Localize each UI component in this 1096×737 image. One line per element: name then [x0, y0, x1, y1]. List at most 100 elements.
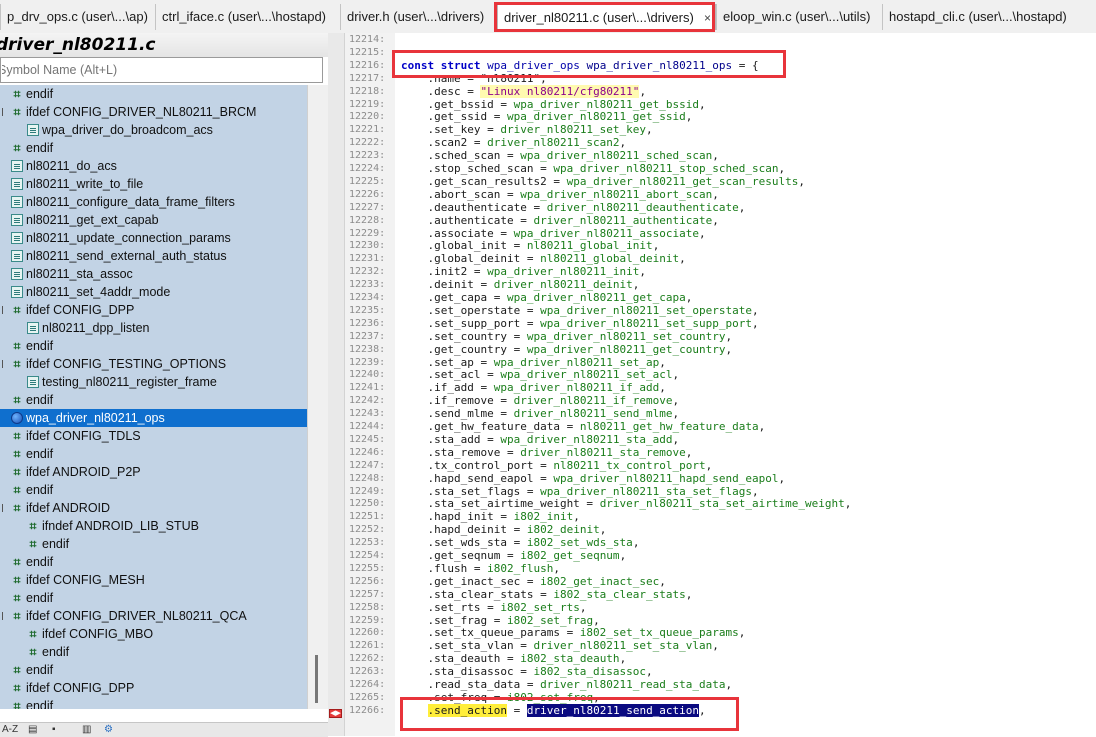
symbol-tree-item[interactable]: nl80211_sta_assoc [0, 265, 307, 283]
code-line[interactable]: .authenticate = driver_nl80211_authentic… [401, 214, 718, 227]
code-line[interactable]: .global_init = nl80211_global_init, [401, 239, 659, 252]
symbol-tree-item[interactable]: wpa_driver_nl80211_ops [0, 409, 307, 427]
code-line[interactable]: .get_scan_results2 = wpa_driver_nl80211_… [401, 175, 805, 188]
code-line[interactable]: .sta_deauth = i802_sta_deauth, [401, 652, 626, 665]
code-line[interactable]: .send_mlme = driver_nl80211_send_mlme, [401, 407, 679, 420]
code-line[interactable]: .name = "nl80211", [401, 72, 546, 85]
symbol-tree-item[interactable]: ⌗ ifdef CONFIG_DPP [0, 301, 307, 319]
code-line[interactable]: .set_operstate = wpa_driver_nl80211_set_… [401, 304, 758, 317]
symbol-tree-scroll-thumb[interactable] [315, 655, 318, 703]
code-line[interactable]: .send_action = driver_nl80211_send_actio… [401, 704, 706, 717]
tab-close-icon[interactable]: × [704, 5, 711, 30]
code-editor[interactable]: ◀▶ 12214: 12215: 12216: 12217: 12218: 12219: 1… [328, 33, 1096, 736]
code-line[interactable]: .set_rts = i802_set_rts, [401, 601, 586, 614]
symbol-tree-item[interactable]: ⌗ ifdef ANDROID [0, 499, 307, 517]
symbol-tree-item-label: ifdef CONFIG_DRIVER_NL80211_BRCM [26, 105, 257, 119]
settings-icon[interactable]: ⚙ [104, 723, 113, 737]
code-line[interactable]: .sta_clear_stats = i802_sta_clear_stats, [401, 588, 692, 601]
code-line[interactable]: .sta_add = wpa_driver_nl80211_sta_add, [401, 433, 679, 446]
code-line[interactable]: .get_seqnum = i802_get_seqnum, [401, 549, 626, 562]
symbol-tree-item[interactable]: nl80211_configure_data_frame_filters [0, 193, 307, 211]
code-line[interactable]: .scan2 = driver_nl80211_scan2, [401, 136, 626, 149]
symbol-tree-item[interactable]: ⌗ endif [0, 139, 307, 157]
code-line[interactable]: .set_country = wpa_driver_nl80211_set_co… [401, 330, 732, 343]
symbol-tree-item[interactable]: ⌗ endif [0, 85, 307, 103]
symbol-tree-item[interactable]: ⌗ ifdef CONFIG_DPP [0, 679, 307, 697]
filter-icon[interactable]: ▪ [52, 723, 56, 737]
code-line[interactable]: .sched_scan = wpa_driver_nl80211_sched_s… [401, 149, 718, 162]
symbol-tree-item[interactable]: ⌗ endif [0, 553, 307, 571]
code-line[interactable]: .global_deinit = nl80211_global_deinit, [401, 252, 685, 265]
code-line[interactable]: .read_sta_data = driver_nl80211_read_sta… [401, 678, 732, 691]
symbol-tree-item[interactable]: testing_nl80211_register_frame [0, 373, 307, 391]
code-line[interactable]: .if_remove = driver_nl80211_if_remove, [401, 394, 679, 407]
code-line[interactable]: .deinit = driver_nl80211_deinit, [401, 278, 639, 291]
code-line[interactable]: .abort_scan = wpa_driver_nl80211_abort_s… [401, 188, 718, 201]
book-icon[interactable]: ▥ [82, 723, 91, 737]
symbol-tree-item[interactable]: ⌗ ifdef CONFIG_DRIVER_NL80211_QCA [0, 607, 307, 625]
code-line[interactable]: .stop_sched_scan = wpa_driver_nl80211_st… [401, 162, 785, 175]
code-line[interactable]: .init2 = wpa_driver_nl80211_init, [401, 265, 646, 278]
code-line[interactable]: .set_key = driver_nl80211_set_key, [401, 123, 652, 136]
code-token: driver_nl80211_deauthenticate [546, 201, 739, 214]
symbol-tree-item[interactable]: ⌗ endif [0, 643, 307, 661]
editor-tab[interactable]: eloop_win.c (user\...\utils) [716, 4, 882, 30]
editor-tab[interactable]: driver.h (user\...\drivers) [340, 4, 497, 30]
editor-tab[interactable]: p_drv_ops.c (user\...\ap) [0, 4, 155, 30]
code-line[interactable]: .set_tx_queue_params = i802_set_tx_queue… [401, 626, 745, 639]
symbol-tree-item[interactable]: nl80211_do_acs [0, 157, 307, 175]
symbol-tree-item[interactable]: ⌗ endif [0, 337, 307, 355]
editor-tab[interactable]: hostapd_cli.c (user\...\hostapd) [882, 4, 1078, 30]
code-line[interactable]: .get_inact_sec = i802_get_inact_sec, [401, 575, 665, 588]
code-line[interactable]: .desc = "Linux nl80211/cfg80211", [401, 85, 646, 98]
code-line[interactable]: .tx_control_port = nl80211_tx_control_po… [401, 459, 712, 472]
symbol-tree-item[interactable]: ⌗ endif [0, 535, 307, 553]
code-line[interactable]: .set_sta_vlan = driver_nl80211_set_sta_v… [401, 639, 718, 652]
list-view-icon[interactable]: ▤ [28, 723, 37, 737]
code-line[interactable]: .set_supp_port = wpa_driver_nl80211_set_… [401, 317, 758, 330]
code-line[interactable]: .sta_remove = driver_nl80211_sta_remove, [401, 446, 692, 459]
symbol-tree-item[interactable]: nl80211_dpp_listen [0, 319, 307, 337]
code-line[interactable]: .get_capa = wpa_driver_nl80211_get_capa, [401, 291, 692, 304]
symbol-tree-item[interactable]: ⌗ endif [0, 445, 307, 463]
symbol-tree-item[interactable]: nl80211_write_to_file [0, 175, 307, 193]
symbol-tree-item[interactable]: nl80211_update_connection_params [0, 229, 307, 247]
editor-tab[interactable]: driver_nl80211.c (user\...\drivers) × [497, 4, 716, 30]
symbol-tree-item[interactable]: ⌗ ifdef CONFIG_TDLS [0, 427, 307, 445]
symbol-tree-item[interactable]: ⌗ ifdef CONFIG_DRIVER_NL80211_BRCM [0, 103, 307, 121]
symbol-tree-item[interactable]: ⌗ endif [0, 661, 307, 679]
symbol-tree-item[interactable]: ⌗ ifdef CONFIG_MESH [0, 571, 307, 589]
code-line[interactable]: .sta_disassoc = i802_sta_disassoc, [401, 665, 652, 678]
editor-tab[interactable]: ctrl_iface.c (user\...\hostapd) [155, 4, 340, 30]
sort-alpha-button[interactable]: A-Z [2, 723, 18, 737]
symbol-tree-item[interactable]: ⌗ endif [0, 391, 307, 409]
symbol-tree-item[interactable]: ⌗ ifdef ANDROID_P2P [0, 463, 307, 481]
code-line[interactable]: .hapd_init = i802_init, [401, 510, 579, 523]
symbol-tree-scrollbar[interactable] [307, 85, 328, 709]
code-line[interactable]: .flush = i802_flush, [401, 562, 559, 575]
symbol-tree-item[interactable]: nl80211_get_ext_capab [0, 211, 307, 229]
code-line[interactable]: .get_hw_feature_data = nl80211_get_hw_fe… [401, 420, 765, 433]
code-line[interactable]: .deauthenticate = driver_nl80211_deauthe… [401, 201, 745, 214]
symbol-tree-item[interactable]: ⌗ endif [0, 589, 307, 607]
code-line[interactable]: .hapd_deinit = i802_deinit, [401, 523, 606, 536]
symbol-tree-item[interactable]: ⌗ ifdef CONFIG_MBO [0, 625, 307, 643]
symbol-tree-item[interactable]: nl80211_set_4addr_mode [0, 283, 307, 301]
symbol-tree-item[interactable]: ⌗ ifdef CONFIG_TESTING_OPTIONS [0, 355, 307, 373]
code-line[interactable]: .if_add = wpa_driver_nl80211_if_add, [401, 381, 665, 394]
code-line[interactable]: .hapd_send_eapol = wpa_driver_nl80211_ha… [401, 472, 785, 485]
symbol-tree-item[interactable]: wpa_driver_do_broadcom_acs [0, 121, 307, 139]
code-line[interactable]: .sta_set_airtime_weight = driver_nl80211… [401, 497, 851, 510]
symbol-tree-item[interactable]: ⌗ ifndef ANDROID_LIB_STUB [0, 517, 307, 535]
code-line[interactable]: .get_ssid = wpa_driver_nl80211_get_ssid, [401, 110, 692, 123]
symbol-tree-item[interactable]: nl80211_send_external_auth_status [0, 247, 307, 265]
symbol-tree-item[interactable]: ⌗ endif [0, 481, 307, 499]
error-marker-icon[interactable]: ◀▶ [329, 709, 342, 718]
code-line[interactable]: .get_country = wpa_driver_nl80211_get_co… [401, 343, 732, 356]
code-line[interactable]: .set_acl = wpa_driver_nl80211_set_acl, [401, 368, 679, 381]
symbol-tree-item[interactable]: ⌗ endif [0, 697, 307, 709]
code-line[interactable]: .set_wds_sta = i802_set_wds_sta, [401, 536, 639, 549]
code-line[interactable]: const struct wpa_driver_ops wpa_driver_n… [401, 59, 759, 72]
symbol-search-input[interactable] [0, 57, 323, 83]
code-line[interactable]: .set_freq = i802_set_freq, [401, 691, 599, 704]
